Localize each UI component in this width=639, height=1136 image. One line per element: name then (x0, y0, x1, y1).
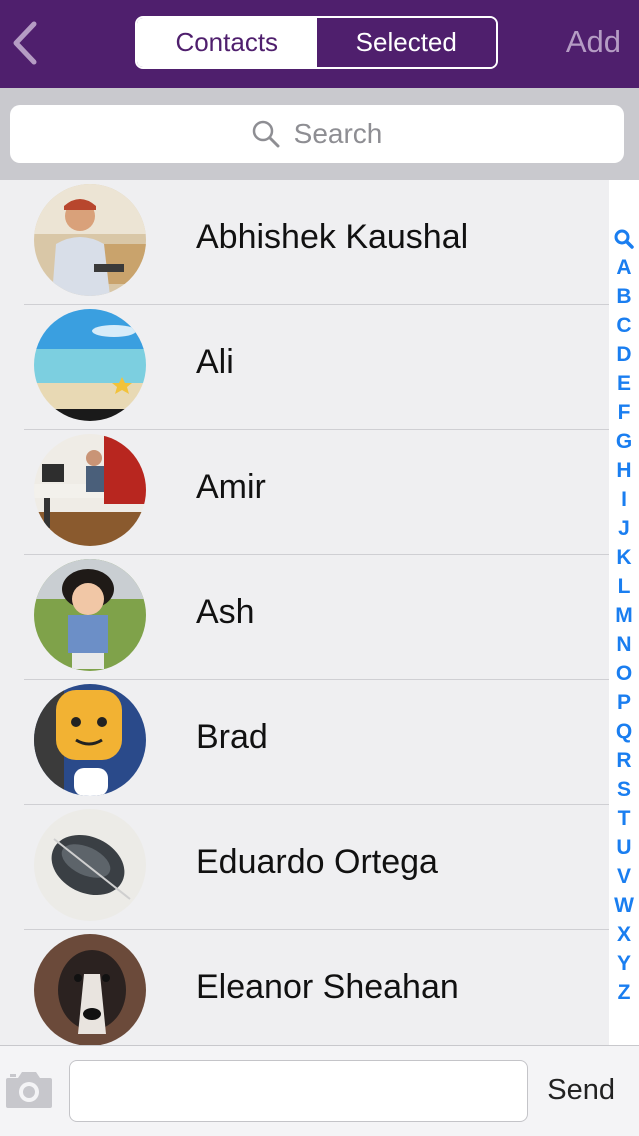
contact-row[interactable]: Ali (0, 305, 609, 430)
index-letter-v[interactable]: V (617, 862, 631, 891)
index-letter-e[interactable]: E (617, 369, 631, 398)
index-letter-h[interactable]: H (616, 456, 631, 485)
avatar (34, 184, 146, 296)
index-letter-l[interactable]: L (618, 572, 631, 601)
index-letter-i[interactable]: I (621, 485, 627, 514)
contact-row[interactable]: Eduardo Ortega (0, 805, 609, 930)
chevron-left-icon (13, 21, 37, 65)
search-placeholder: Search (293, 118, 383, 149)
contact-name: Eleanor Sheahan (196, 968, 459, 1006)
section-index: ABCDEFGHIJKLMNOPQRSTUVWXYZ (609, 180, 639, 1045)
search-bar: Search (0, 88, 639, 180)
avatar (34, 309, 146, 421)
camera-icon (6, 1072, 52, 1108)
avatar (34, 434, 146, 546)
contact-name: Eduardo Ortega (196, 843, 438, 881)
index-letter-k[interactable]: K (616, 543, 631, 572)
index-letter-t[interactable]: T (618, 804, 631, 833)
avatar (34, 934, 146, 1045)
avatar (34, 559, 146, 671)
index-letter-n[interactable]: N (616, 630, 631, 659)
contact-row[interactable]: Eleanor Sheahan (0, 930, 609, 1045)
index-letter-j[interactable]: J (618, 514, 630, 543)
contact-row[interactable]: Amir (0, 430, 609, 555)
contact-name: Ali (196, 343, 234, 381)
index-letter-p[interactable]: P (617, 688, 631, 717)
composer-bar: Send (0, 1045, 639, 1136)
segmented-control: Contacts Selected (135, 16, 498, 69)
index-letter-d[interactable]: D (616, 340, 631, 369)
contact-list: Abhishek Kaushal Ali Amir Ash Brad Eduar… (0, 180, 609, 1045)
avatar (34, 809, 146, 921)
contact-row[interactable]: Abhishek Kaushal (0, 180, 609, 305)
tab-selected[interactable]: Selected (316, 18, 496, 67)
avatar (34, 684, 146, 796)
index-letter-o[interactable]: O (616, 659, 632, 688)
index-letter-u[interactable]: U (616, 833, 631, 862)
search-input[interactable]: Search (10, 105, 624, 163)
index-letter-m[interactable]: M (615, 601, 633, 630)
index-letter-r[interactable]: R (616, 746, 631, 775)
contact-name: Abhishek Kaushal (196, 218, 469, 256)
index-letter-a[interactable]: A (616, 253, 631, 282)
section-index-column: ABCDEFGHIJKLMNOPQRSTUVWXYZ (609, 224, 639, 1007)
index-letter-q[interactable]: Q (616, 717, 632, 746)
search-icon (614, 229, 634, 249)
contact-name: Ash (196, 593, 255, 631)
index-letter-z[interactable]: Z (618, 978, 631, 1007)
index-letter-s[interactable]: S (617, 775, 631, 804)
nav-bar: Contacts Selected Add (0, 0, 639, 88)
index-letter-w[interactable]: W (614, 891, 634, 920)
index-letter-c[interactable]: C (616, 311, 631, 340)
contact-name: Brad (196, 718, 268, 756)
contact-row[interactable]: Brad (0, 680, 609, 805)
back-button[interactable] (8, 18, 42, 68)
index-search-icon[interactable] (614, 224, 634, 253)
search-icon (252, 120, 280, 148)
index-letter-f[interactable]: F (618, 398, 631, 427)
index-letter-x[interactable]: X (617, 920, 631, 949)
add-button[interactable]: Add (566, 24, 621, 60)
send-button[interactable]: Send (547, 1074, 615, 1107)
tab-contacts[interactable]: Contacts (137, 18, 317, 67)
camera-button[interactable] (4, 1068, 54, 1110)
contact-row[interactable]: Ash (0, 555, 609, 680)
message-input[interactable] (69, 1060, 528, 1122)
index-letter-b[interactable]: B (616, 282, 631, 311)
index-letter-g[interactable]: G (616, 427, 632, 456)
contact-name: Amir (196, 468, 266, 506)
index-letter-y[interactable]: Y (617, 949, 631, 978)
